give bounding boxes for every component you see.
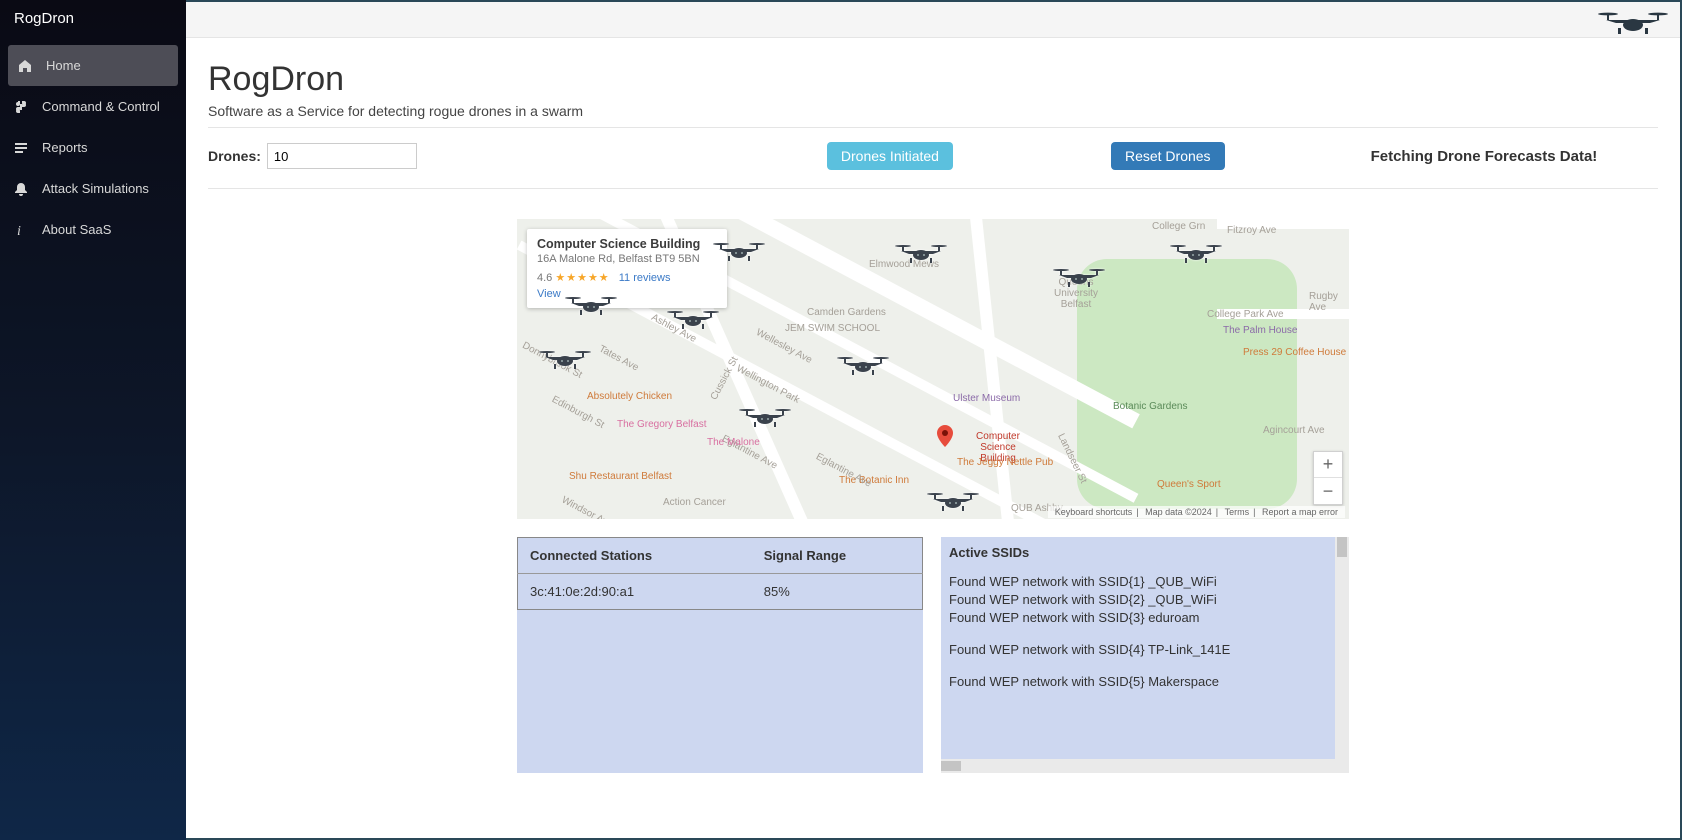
sidebar: RogDron HomeCommand & ControlReportsAtta…: [0, 0, 186, 840]
drone-marker-icon[interactable]: [565, 295, 617, 317]
brand-title: RogDron: [0, 0, 186, 45]
horizontal-scrollbar[interactable]: [941, 759, 1349, 773]
nav-list: HomeCommand & ControlReportsAttack Simul…: [0, 45, 186, 250]
reports-icon: [14, 141, 28, 155]
drone-marker-icon[interactable]: [895, 243, 947, 265]
stations-col-mac: Connected Stations: [518, 538, 752, 574]
map-attribution: Keyboard shortcuts| Map data ©2024| Term…: [1048, 506, 1345, 518]
command-icon: [14, 100, 28, 114]
stations-col-signal: Signal Range: [752, 538, 923, 574]
svg-text:i: i: [17, 224, 21, 237]
drone-marker-icon[interactable]: [713, 241, 765, 263]
poi-title: Computer Science Building: [537, 237, 717, 251]
home-icon: [18, 59, 32, 73]
vertical-scrollbar[interactable]: [1335, 537, 1349, 759]
ssid-line: [949, 628, 1341, 642]
drones-input[interactable]: [267, 143, 417, 169]
sidebar-item-about-saas[interactable]: iAbout SaaS: [0, 209, 186, 250]
star-icon: ★★★★★: [555, 272, 609, 284]
bell-icon: [14, 182, 28, 196]
topbar: [186, 2, 1680, 38]
drone-logo-icon: [1598, 10, 1668, 36]
lower-panels: Connected Stations Signal Range 3c:41:0e…: [517, 537, 1349, 773]
status-text: Fetching Drone Forecasts Data!: [1371, 148, 1598, 165]
page-subtitle: Software as a Service for detecting rogu…: [208, 103, 1658, 128]
ssid-line: Found WEP network with SSID{4} TP-Link_1…: [949, 642, 1341, 657]
poi-view-link[interactable]: View: [537, 288, 561, 300]
ssid-line: Found WEP network with SSID{3} eduroam: [949, 610, 1341, 625]
reset-drones-button[interactable]: Reset Drones: [1111, 142, 1225, 170]
stations-table: Connected Stations Signal Range 3c:41:0e…: [517, 537, 923, 610]
poi-reviews[interactable]: 11 reviews: [619, 272, 671, 284]
drone-marker-icon[interactable]: [1170, 243, 1222, 265]
ssid-line: [949, 660, 1341, 674]
page-title: RogDron: [208, 60, 1658, 99]
map[interactable]: College Grn Fitzroy Ave Rugby Ave Colleg…: [517, 219, 1349, 519]
controls-row: Drones: Drones Initiated Reset Drones Fe…: [208, 142, 1658, 189]
map-pin-icon: [937, 425, 953, 447]
poi-rating: 4.6 ★★★★★ 11 reviews: [537, 271, 717, 284]
ssid-line: Found WEP network with SSID{2} _QUB_WiFi: [949, 592, 1341, 607]
drone-marker-icon[interactable]: [837, 355, 889, 377]
connected-stations-panel: Connected Stations Signal Range 3c:41:0e…: [517, 537, 923, 773]
sidebar-item-attack-simulations[interactable]: Attack Simulations: [0, 168, 186, 209]
drones-initiated-button[interactable]: Drones Initiated: [827, 142, 953, 170]
sidebar-item-home[interactable]: Home: [8, 45, 178, 86]
drone-marker-icon[interactable]: [1053, 267, 1105, 289]
table-row: 3c:41:0e:2d:90:a185%: [518, 574, 923, 610]
sidebar-item-reports[interactable]: Reports: [0, 127, 186, 168]
sidebar-item-command-control[interactable]: Command & Control: [0, 86, 186, 127]
drone-marker-icon[interactable]: [739, 407, 791, 429]
info-icon: i: [14, 223, 28, 237]
drone-marker-icon[interactable]: [667, 309, 719, 331]
drone-marker-icon[interactable]: [539, 349, 591, 371]
ssid-line: Found WEP network with SSID{5} Makerspac…: [949, 674, 1341, 689]
map-zoom: + −: [1313, 451, 1343, 505]
ssids-title: Active SSIDs: [949, 545, 1341, 560]
drone-marker-icon[interactable]: [927, 491, 979, 513]
map-poi-card[interactable]: Computer Science Building 16A Malone Rd,…: [527, 229, 727, 308]
poi-address: 16A Malone Rd, Belfast BT9 5BN: [537, 253, 717, 265]
active-ssids-panel: Active SSIDs Found WEP network with SSID…: [941, 537, 1349, 773]
ssid-line: Found WEP network with SSID{1} _QUB_WiFi: [949, 574, 1341, 589]
zoom-in-button[interactable]: +: [1314, 452, 1342, 478]
main-content: RogDron Software as a Service for detect…: [186, 38, 1680, 838]
drones-label: Drones:: [208, 148, 261, 164]
zoom-out-button[interactable]: −: [1314, 478, 1342, 504]
